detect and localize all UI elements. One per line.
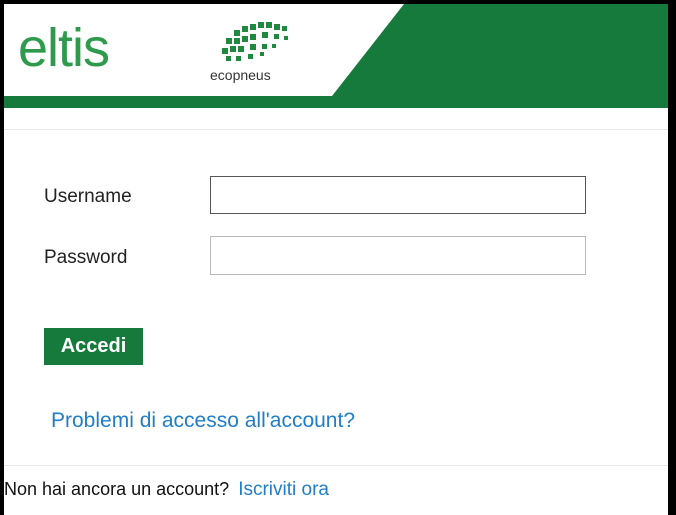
signup-link[interactable]: Iscriviti ora [238,479,329,500]
account-problems-link[interactable]: Problemi di accesso all'account? [51,409,355,433]
header-divider [4,129,668,130]
header-banner: eltis ecopneus [4,4,668,108]
login-button[interactable]: Accedi [44,328,143,365]
window-frame-right [668,0,676,515]
password-input[interactable] [210,236,586,275]
ecopneus-logo: ecopneus [210,22,288,83]
no-account-text: Non hai ancora un account? [4,479,230,499]
svg-text:eltis: eltis [18,18,109,78]
signup-prompt: Non hai ancora un account? Iscriviti ora [4,479,329,501]
svg-text:ecopneus: ecopneus [210,67,271,83]
username-label: Username [44,186,132,207]
eltis-logo: eltis [18,18,110,78]
ecopneus-mark-icon [222,22,288,61]
header-logo-area: eltis ecopneus [4,4,404,96]
username-input[interactable] [210,176,586,214]
footer-divider [4,465,668,466]
password-label: Password [44,247,128,268]
